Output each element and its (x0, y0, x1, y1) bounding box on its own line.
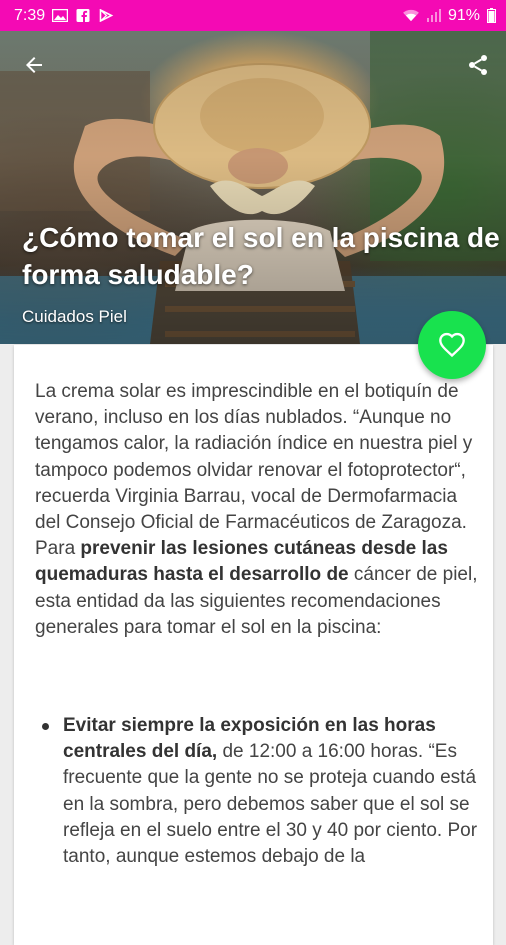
bullet-dot (42, 723, 49, 730)
battery-percent: 91% (447, 6, 480, 24)
status-left: 7:39 (14, 7, 114, 25)
image-icon (52, 9, 69, 22)
intro-text-a: La crema solar es imprescindible en el b… (35, 381, 473, 560)
favorite-button[interactable] (418, 311, 486, 379)
signal-icon (426, 9, 441, 22)
battery-icon (487, 8, 496, 23)
hero-shade (0, 31, 506, 344)
hero-image: ¿Cómo tomar el sol en la piscina de form… (0, 31, 506, 344)
status-right: 91% (402, 7, 496, 25)
recommendations-list: Evitar siempre la exposición en las hora… (42, 713, 483, 870)
share-icon (469, 55, 487, 75)
facebook-icon (76, 9, 90, 22)
heart-outline-icon (439, 332, 465, 358)
play-store-icon (99, 9, 114, 22)
arrow-left-icon (26, 57, 42, 73)
article-title: ¿Cómo tomar el sol en la piscina de form… (22, 222, 500, 290)
article-category: Cuidados Piel (22, 307, 127, 326)
article-intro-paragraph: La crema solar es imprescindible en el b… (35, 379, 485, 641)
list-item: Evitar siempre la exposición en las hora… (42, 713, 483, 870)
status-time: 7:39 (14, 6, 46, 24)
wifi-icon (403, 9, 419, 22)
status-bar: 7:39 91% (0, 0, 506, 31)
share-button[interactable] (458, 45, 498, 85)
back-button[interactable] (14, 45, 54, 85)
